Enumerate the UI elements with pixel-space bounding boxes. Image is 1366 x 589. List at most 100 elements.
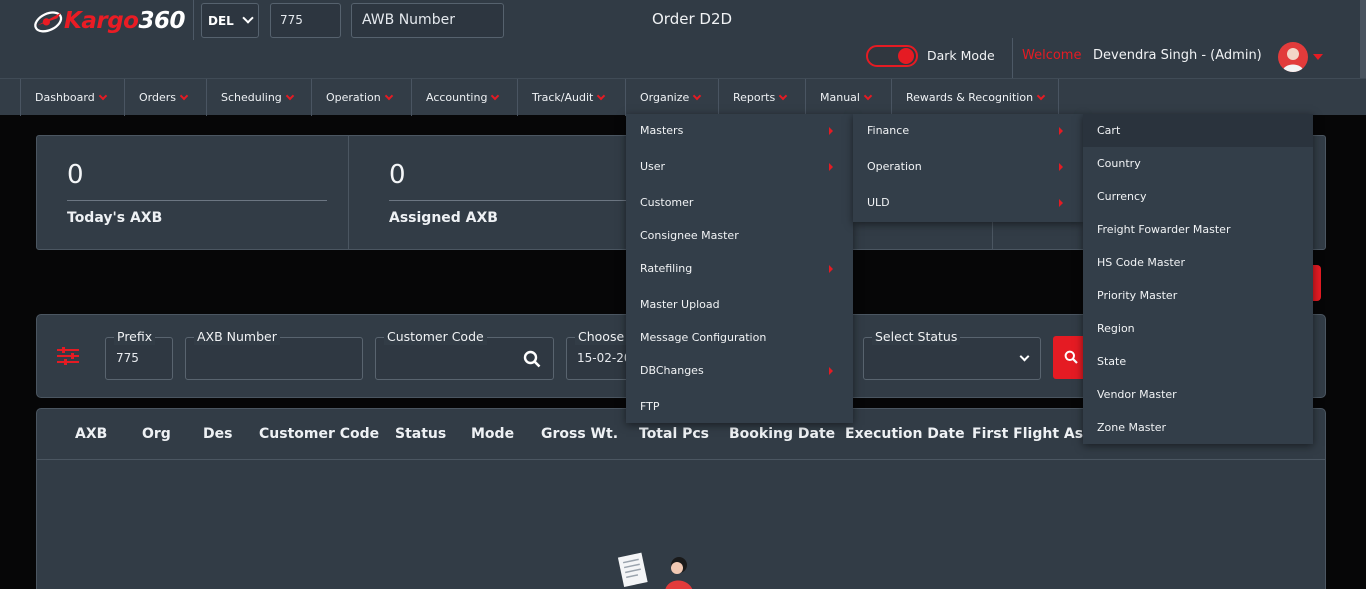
menu-item-message-configuration[interactable]: Message Configuration	[626, 321, 853, 354]
menu-item-label: Masters	[640, 124, 684, 137]
scrollbar[interactable]	[1360, 0, 1366, 78]
chevron-down-icon	[863, 91, 873, 100]
avatar[interactable]	[1278, 42, 1308, 72]
nav-label: Dashboard	[35, 91, 95, 104]
nav-orders[interactable]: Orders	[125, 79, 207, 116]
menu-item-ratefiling[interactable]: Ratefiling	[626, 252, 853, 285]
chevron-down-icon	[597, 91, 606, 100]
user-divider	[1012, 38, 1013, 78]
menu-item-masters[interactable]: Masters	[626, 114, 853, 147]
nav-rewards-recognition[interactable]: Rewards & Recognition	[892, 79, 1059, 116]
search-icon	[1064, 350, 1078, 364]
menu-item-label: Operation	[867, 160, 922, 173]
prefix-field[interactable]: Prefix 775	[105, 329, 173, 380]
chevron-down-icon	[285, 91, 295, 100]
menu-item-currency[interactable]: Currency	[1083, 180, 1313, 213]
column-header[interactable]: Status	[395, 426, 446, 442]
menu-item-ftp[interactable]: FTP	[626, 390, 853, 423]
kargo360-logo[interactable]: Kargo360	[30, 4, 185, 38]
menu-item-cart[interactable]: Cart	[1083, 114, 1313, 147]
organize-dropdown: Masters User Customer Consignee Master R…	[626, 114, 853, 423]
menu-item-state[interactable]: State	[1083, 345, 1313, 378]
column-header[interactable]: Booking Date	[729, 426, 835, 442]
menu-item-freight-forwarder-master[interactable]: Freight Fowarder Master	[1083, 213, 1313, 246]
customer-code-field[interactable]: Customer Code	[375, 329, 554, 380]
nav-operation[interactable]: Operation	[312, 79, 412, 116]
menu-item-label: Region	[1097, 322, 1135, 335]
nav-label: Operation	[326, 91, 381, 104]
column-header[interactable]: Org	[142, 426, 171, 442]
menu-item-uld[interactable]: ULD	[853, 186, 1083, 219]
column-header[interactable]: Execution Date	[845, 426, 965, 442]
main-nav: Dashboard Orders Scheduling Operation Ac…	[0, 78, 1366, 116]
nav-label: Organize	[640, 91, 690, 104]
user-menu-caret-icon[interactable]	[1313, 54, 1323, 60]
menu-item-operation[interactable]: Operation	[853, 150, 1083, 183]
stat-todays-axb: 0 Today's AXB	[37, 136, 349, 249]
column-header[interactable]: Customer Code	[259, 426, 379, 442]
filter-sliders-icon[interactable]	[57, 346, 79, 366]
nav-track-audit[interactable]: Track/Audit	[518, 79, 626, 116]
dark-mode-toggle[interactable]	[866, 45, 918, 67]
column-header[interactable]: Total Pcs	[639, 426, 709, 442]
menu-item-priority-master[interactable]: Priority Master	[1083, 279, 1313, 312]
awb-prefix-input[interactable]: 775	[270, 3, 341, 38]
nav-label: Rewards & Recognition	[906, 91, 1034, 104]
menu-item-master-upload[interactable]: Master Upload	[626, 288, 853, 321]
menu-item-label: Currency	[1097, 190, 1147, 203]
nav-accounting[interactable]: Accounting	[412, 79, 518, 116]
axb-number-label: AXB Number	[194, 329, 280, 345]
station-select[interactable]: DEL	[201, 3, 259, 38]
nav-manual[interactable]: Manual	[806, 79, 892, 116]
search-icon[interactable]	[523, 350, 541, 368]
header-divider	[193, 0, 194, 40]
nav-dashboard[interactable]: Dashboard	[20, 79, 125, 116]
column-header[interactable]: AXB	[75, 426, 107, 442]
nav-scheduling[interactable]: Scheduling	[207, 79, 312, 116]
caret-right-icon	[829, 265, 833, 273]
nav-label: Track/Audit	[532, 91, 594, 104]
menu-item-region[interactable]: Region	[1083, 312, 1313, 345]
menu-item-customer[interactable]: Customer	[626, 186, 853, 219]
stat-value: 0	[389, 160, 406, 190]
menu-item-label: DBChanges	[640, 364, 704, 377]
awb-number-input[interactable]: AWB Number	[351, 3, 504, 38]
menu-item-label: State	[1097, 355, 1127, 368]
nav-reports[interactable]: Reports	[719, 79, 806, 116]
menu-item-hs-code-master[interactable]: HS Code Master	[1083, 246, 1313, 279]
column-header[interactable]: Des	[203, 426, 232, 442]
column-header[interactable]: Mode	[471, 426, 514, 442]
nav-organize[interactable]: Organize	[626, 79, 719, 116]
prefix-value: 775	[116, 351, 139, 365]
chevron-down-icon	[693, 91, 702, 100]
menu-item-label: ULD	[867, 196, 890, 209]
menu-item-label: Country	[1097, 157, 1141, 170]
menu-item-consignee-master[interactable]: Consignee Master	[626, 219, 853, 252]
caret-right-icon	[829, 163, 833, 171]
menu-item-label: Priority Master	[1097, 289, 1178, 302]
menu-item-label: Message Configuration	[640, 331, 767, 344]
menu-item-user[interactable]: User	[626, 150, 853, 183]
caret-right-icon	[829, 367, 833, 375]
column-header[interactable]: Gross Wt.	[541, 426, 618, 442]
menu-item-dbchanges[interactable]: DBChanges	[626, 354, 853, 387]
menu-item-label: User	[640, 160, 666, 173]
nav-label: Accounting	[426, 91, 488, 104]
station-value: DEL	[208, 13, 234, 28]
logo-text: Kargo360	[64, 8, 185, 34]
menu-item-country[interactable]: Country	[1083, 147, 1313, 180]
menu-item-label: FTP	[640, 400, 660, 413]
date-label: Choose	[575, 329, 628, 345]
status-select[interactable]: Select Status	[863, 329, 1041, 380]
axb-number-field[interactable]: AXB Number	[185, 329, 363, 380]
menu-item-vendor-master[interactable]: Vendor Master	[1083, 378, 1313, 411]
user-name: Devendra Singh - (Admin)	[1093, 48, 1262, 63]
menu-item-finance[interactable]: Finance	[853, 114, 1083, 147]
menu-item-zone-master[interactable]: Zone Master	[1083, 411, 1313, 444]
menu-item-label: HS Code Master	[1097, 256, 1185, 269]
stat-divider	[67, 200, 327, 201]
menu-item-label: Cart	[1097, 124, 1121, 137]
menu-item-label: Zone Master	[1097, 421, 1167, 434]
finance-submenu: Cart Country Currency Freight Fowarder M…	[1083, 114, 1313, 444]
stat-assigned-axb: 0 Assigned AXB	[349, 136, 671, 249]
